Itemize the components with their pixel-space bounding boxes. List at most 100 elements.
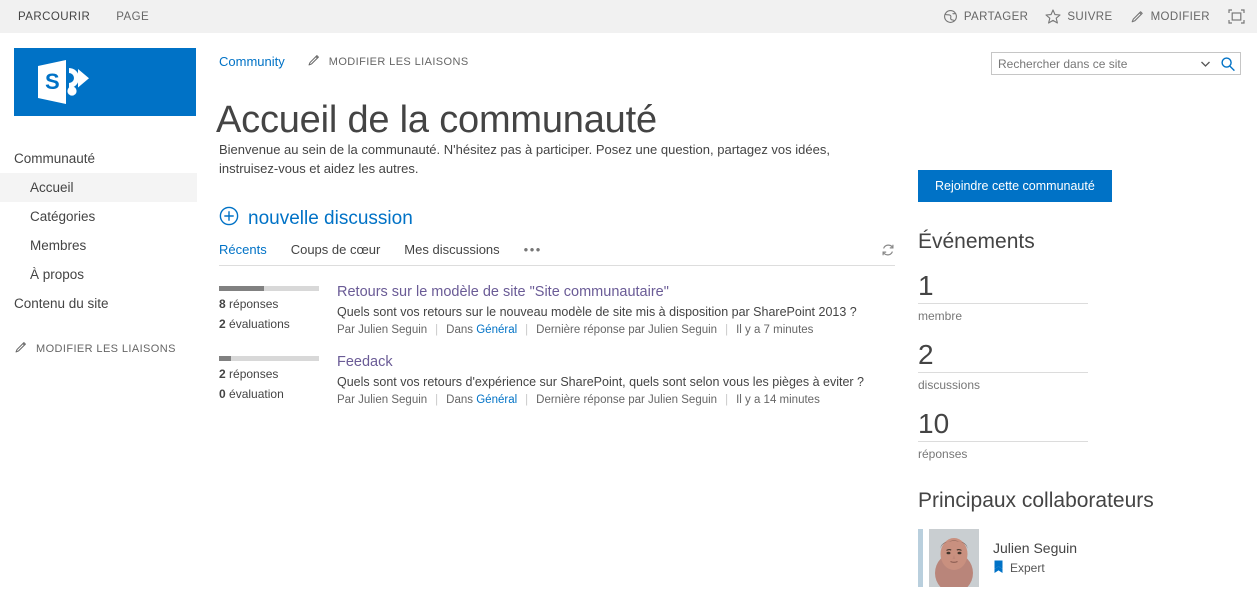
tab-more-ellipsis[interactable]: ••• xyxy=(524,242,542,257)
edit-button[interactable]: MODIFIER xyxy=(1130,9,1210,24)
discussion-footer: Par Julien Seguin | Dans Général | Derni… xyxy=(337,324,895,336)
search-box xyxy=(991,52,1241,75)
discussion-footer: Par Julien Seguin | Dans Général | Derni… xyxy=(337,394,895,406)
share-button[interactable]: PARTAGER xyxy=(943,9,1029,24)
suite-bar: PARCOURIR PAGE PARTAGER SUIVRE MODIFIER xyxy=(0,0,1257,33)
new-discussion-label: nouvelle discussion xyxy=(248,207,413,229)
sidebar-edit-links-button[interactable]: MODIFIER LES LIAISONS xyxy=(0,318,197,357)
share-icon xyxy=(943,9,958,24)
follow-button[interactable]: SUIVRE xyxy=(1045,9,1112,24)
discussion-title-link[interactable]: Retours sur le modèle de site "Site comm… xyxy=(337,284,669,300)
category-link[interactable]: Général xyxy=(476,324,517,336)
discussion-title-link[interactable]: Feedack xyxy=(337,354,393,370)
sidebar-item-accueil[interactable]: Accueil xyxy=(0,173,197,202)
discussion-row[interactable]: 8 réponses 2 évaluations Retours sur le … xyxy=(219,283,895,336)
separator: | xyxy=(435,394,439,406)
ribbon-icon xyxy=(993,560,1004,577)
header-edit-links-label: MODIFIER LES LIAISONS xyxy=(328,55,469,68)
separator: | xyxy=(725,394,729,406)
author-name: Julien Seguin xyxy=(358,394,428,406)
replies-label: réponses xyxy=(229,367,279,381)
new-discussion-button[interactable]: nouvelle discussion xyxy=(219,206,895,231)
replies-count: 2 réponses xyxy=(219,367,337,381)
svg-text:S: S xyxy=(45,69,60,94)
time-ago: Il y a 14 minutes xyxy=(736,394,820,406)
discussion-stats: 2 réponses 0 évaluation xyxy=(219,353,337,406)
star-icon xyxy=(1045,9,1061,24)
divider xyxy=(918,441,1088,442)
header-edit-links-button[interactable]: MODIFIER LES LIAISONS xyxy=(307,53,469,70)
follow-label: SUIVRE xyxy=(1067,10,1113,23)
activity-bar-fill xyxy=(219,356,231,361)
stat-label: réponses xyxy=(918,447,968,461)
ratings-number: 0 xyxy=(219,387,226,401)
main-content: Bienvenue au sein de la communauté. N'hé… xyxy=(219,140,895,406)
separator: | xyxy=(725,324,729,336)
divider xyxy=(918,303,1088,304)
sidebar-item-membres[interactable]: Membres xyxy=(0,231,197,260)
welcome-text: Bienvenue au sein de la communauté. N'hé… xyxy=(219,142,830,176)
ribbon-tab-list: PARCOURIR PAGE xyxy=(18,11,149,23)
contributors-heading: Principaux collaborateurs xyxy=(918,489,1154,512)
time-ago: Il y a 7 minutes xyxy=(736,324,814,336)
stat-number: 1 xyxy=(918,270,934,301)
stat-discussions: 2 discussions xyxy=(918,339,1088,392)
contributor-name[interactable]: Julien Seguin xyxy=(993,540,1077,556)
tab-coups-de-coeur[interactable]: Coups de cœur xyxy=(291,242,381,257)
ratings-number: 2 xyxy=(219,317,226,331)
stat-label: membre xyxy=(918,309,963,323)
plus-circle-icon xyxy=(219,206,239,231)
discussion-body: Feedack Quels sont vos retours d'expérie… xyxy=(337,353,895,406)
replies-label: réponses xyxy=(229,297,279,311)
chevron-down-icon[interactable] xyxy=(1195,61,1216,67)
category-prefix: Dans xyxy=(446,394,474,406)
status-badge: Expert xyxy=(993,560,1077,577)
category-link[interactable]: Général xyxy=(476,394,517,406)
discussion-excerpt: Quels sont vos retours d'expérience sur … xyxy=(337,375,864,389)
refresh-icon[interactable] xyxy=(881,243,895,257)
separator: | xyxy=(435,324,439,336)
focus-on-content-icon[interactable] xyxy=(1227,8,1246,25)
replies-number: 2 xyxy=(219,367,226,381)
search-input[interactable] xyxy=(992,56,1195,71)
separator: | xyxy=(525,324,529,336)
stat-members: 1 membre xyxy=(918,270,1088,323)
events-heading: Événements xyxy=(918,230,1035,253)
category-prefix: Dans xyxy=(446,324,474,336)
sidebar-item-a-propos[interactable]: À propos xyxy=(0,260,197,289)
badge-label: Expert xyxy=(1010,561,1045,575)
stat-number: 10 xyxy=(918,408,950,439)
author-prefix: Par xyxy=(337,394,355,406)
replies-number: 8 xyxy=(219,297,226,311)
activity-bar-track xyxy=(219,286,319,291)
discussion-stats: 8 réponses 2 évaluations xyxy=(219,283,337,336)
sidebar-item-categories[interactable]: Catégories xyxy=(0,202,197,231)
discussion-excerpt: Quels sont vos retours sur le nouveau mo… xyxy=(337,305,857,319)
tab-mes-discussions[interactable]: Mes discussions xyxy=(404,242,499,257)
stat-replies: 10 réponses xyxy=(918,408,1088,461)
ratings-count: 0 évaluation xyxy=(219,387,337,401)
edit-label: MODIFIER xyxy=(1150,10,1210,23)
discussion-body: Retours sur le modèle de site "Site comm… xyxy=(337,283,895,336)
activity-bar-fill xyxy=(219,286,264,291)
sidebar-item-contenu-du-site[interactable]: Contenu du site xyxy=(0,289,197,318)
ribbon-tab-page[interactable]: PAGE xyxy=(116,11,149,23)
pencil-icon xyxy=(307,53,321,70)
discussion-row[interactable]: 2 réponses 0 évaluation Feedack Quels so… xyxy=(219,353,895,406)
search-icon[interactable] xyxy=(1216,56,1240,72)
nav-heading-communaute: Communauté xyxy=(14,151,96,166)
sharepoint-logo[interactable]: S xyxy=(14,48,196,116)
suite-actions: PARTAGER SUIVRE MODIFIER xyxy=(943,8,1246,25)
activity-bar-track xyxy=(219,356,319,361)
divider xyxy=(918,372,1088,373)
author-prefix: Par xyxy=(337,324,355,336)
share-label: PARTAGER xyxy=(963,10,1029,23)
pencil-icon xyxy=(14,340,28,357)
ribbon-tab-parcourir[interactable]: PARCOURIR xyxy=(18,11,90,23)
contributor-item[interactable]: Julien Seguin Expert xyxy=(918,529,1248,587)
pencil-icon xyxy=(1130,9,1145,24)
join-community-button[interactable]: Rejoindre cette communauté xyxy=(918,170,1112,202)
avatar[interactable] xyxy=(929,529,979,587)
breadcrumb-community[interactable]: Community xyxy=(219,54,285,69)
tab-recents[interactable]: Récents xyxy=(219,242,267,257)
